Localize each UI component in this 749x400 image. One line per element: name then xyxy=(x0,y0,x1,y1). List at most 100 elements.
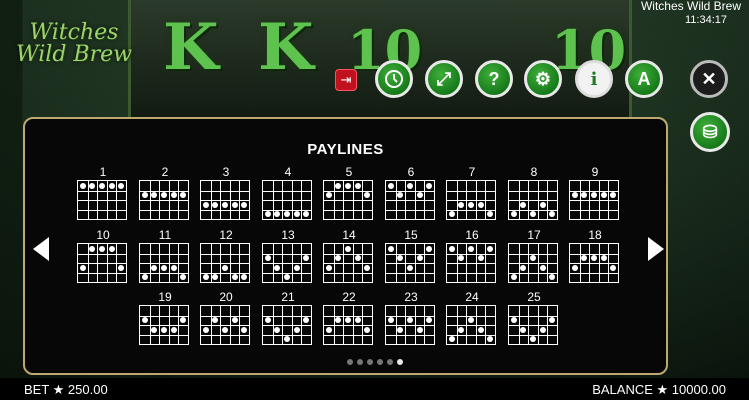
payline-number: 21 xyxy=(281,290,295,304)
exit-icon: ⇥ xyxy=(340,72,352,87)
grid-line xyxy=(140,263,188,264)
payline-dot xyxy=(458,255,465,262)
payline-dot xyxy=(335,255,342,262)
payline-dot xyxy=(539,201,546,208)
grid-line xyxy=(570,263,618,264)
payline-dot xyxy=(549,211,556,218)
payline-dot xyxy=(325,264,332,271)
payline-dot xyxy=(407,182,413,189)
page-dot[interactable] xyxy=(386,359,393,365)
payline-dot xyxy=(600,192,607,199)
payline-dot xyxy=(581,255,588,262)
grid-line xyxy=(570,200,618,201)
autoplay-button[interactable]: A xyxy=(625,60,663,98)
coins-button[interactable]: ⛁ xyxy=(690,112,730,152)
exit-button[interactable]: ⇥ xyxy=(335,69,357,91)
payline-dot xyxy=(180,317,187,324)
page-dot[interactable] xyxy=(356,359,363,365)
payline-number: 10 xyxy=(96,228,110,242)
payline-diagram xyxy=(508,243,558,283)
grid-line xyxy=(78,253,126,255)
payline-23: 23 xyxy=(385,290,437,345)
payline-dot xyxy=(591,255,597,262)
payline-19: 19 xyxy=(139,290,191,345)
payline-dot xyxy=(354,317,361,324)
grid-line xyxy=(140,325,188,326)
payline-15: 15 xyxy=(385,228,437,283)
payline-dot xyxy=(487,336,494,343)
payline-dot xyxy=(345,182,351,189)
settings-button[interactable]: ⚙ xyxy=(524,60,562,98)
payline-dot xyxy=(79,182,86,189)
close-icon: ✕ xyxy=(701,68,717,89)
payline-dot xyxy=(397,255,404,262)
payline-dot xyxy=(303,255,310,262)
help-button[interactable]: ? xyxy=(475,60,513,98)
grid-line xyxy=(570,272,618,274)
grid-line xyxy=(324,334,372,336)
reel-symbol: K xyxy=(163,10,219,85)
payline-dot xyxy=(284,336,290,343)
page-dot[interactable] xyxy=(346,359,353,365)
payline-dot xyxy=(600,255,607,262)
payline-17: 17 xyxy=(508,228,560,283)
page-dot[interactable] xyxy=(396,359,403,365)
payline-dot xyxy=(212,201,219,208)
payline-dot xyxy=(293,264,300,271)
payline-number: 15 xyxy=(404,228,418,242)
payline-number: 22 xyxy=(342,290,356,304)
payline-diagram xyxy=(508,180,558,220)
payline-number: 14 xyxy=(342,228,356,242)
payline-dot xyxy=(468,201,474,208)
payline-diagram xyxy=(446,243,496,283)
fullscreen-button[interactable]: ⤢ xyxy=(425,60,463,98)
payline-number: 1 xyxy=(99,165,107,179)
info-button[interactable]: i xyxy=(575,60,613,98)
close-button[interactable]: ✕ xyxy=(690,60,728,98)
payline-number: 23 xyxy=(404,290,418,304)
payline-dot xyxy=(354,255,361,262)
payline-dot xyxy=(364,326,371,333)
payline-dot xyxy=(161,192,167,199)
payline-dot xyxy=(335,182,342,189)
payline-dot xyxy=(231,317,238,324)
grid-line xyxy=(570,209,618,211)
payline-dot xyxy=(170,264,177,271)
payline-number: 16 xyxy=(465,228,479,242)
grid-line xyxy=(324,263,372,264)
payline-dot xyxy=(303,317,310,324)
game-title: Witches Wild Brew xyxy=(640,0,741,13)
grid-line xyxy=(447,272,495,274)
grid-line xyxy=(201,263,249,264)
grid-line xyxy=(78,272,126,274)
payline-dot xyxy=(170,192,177,199)
coins-icon: ⛁ xyxy=(702,121,718,142)
payline-dot xyxy=(89,182,96,189)
payline-4: 4 xyxy=(262,165,314,220)
page-dot[interactable] xyxy=(376,359,383,365)
payline-dot xyxy=(161,326,167,333)
payline-dot xyxy=(530,255,536,262)
payline-number: 6 xyxy=(407,165,415,179)
payline-dot xyxy=(530,336,536,343)
autoplay-icon: A xyxy=(637,68,651,89)
payline-dot xyxy=(345,317,351,324)
payline-2: 2 xyxy=(139,165,191,220)
payline-5: 5 xyxy=(323,165,375,220)
payline-dot xyxy=(520,264,527,271)
payline-dot xyxy=(510,211,517,218)
payline-dot xyxy=(426,182,433,189)
payline-dot xyxy=(530,211,536,218)
payline-dot xyxy=(241,274,248,281)
grid-line xyxy=(140,200,188,201)
grid-line xyxy=(324,253,372,255)
history-button[interactable] xyxy=(375,60,413,98)
grid-line xyxy=(509,190,557,192)
payline-dot xyxy=(202,201,209,208)
payline-dot xyxy=(151,326,158,333)
grid-line xyxy=(201,200,249,201)
payline-24: 24 xyxy=(446,290,498,345)
page-dot[interactable] xyxy=(366,359,373,365)
previous-page-arrow[interactable] xyxy=(33,237,49,261)
next-page-arrow[interactable] xyxy=(648,237,664,261)
